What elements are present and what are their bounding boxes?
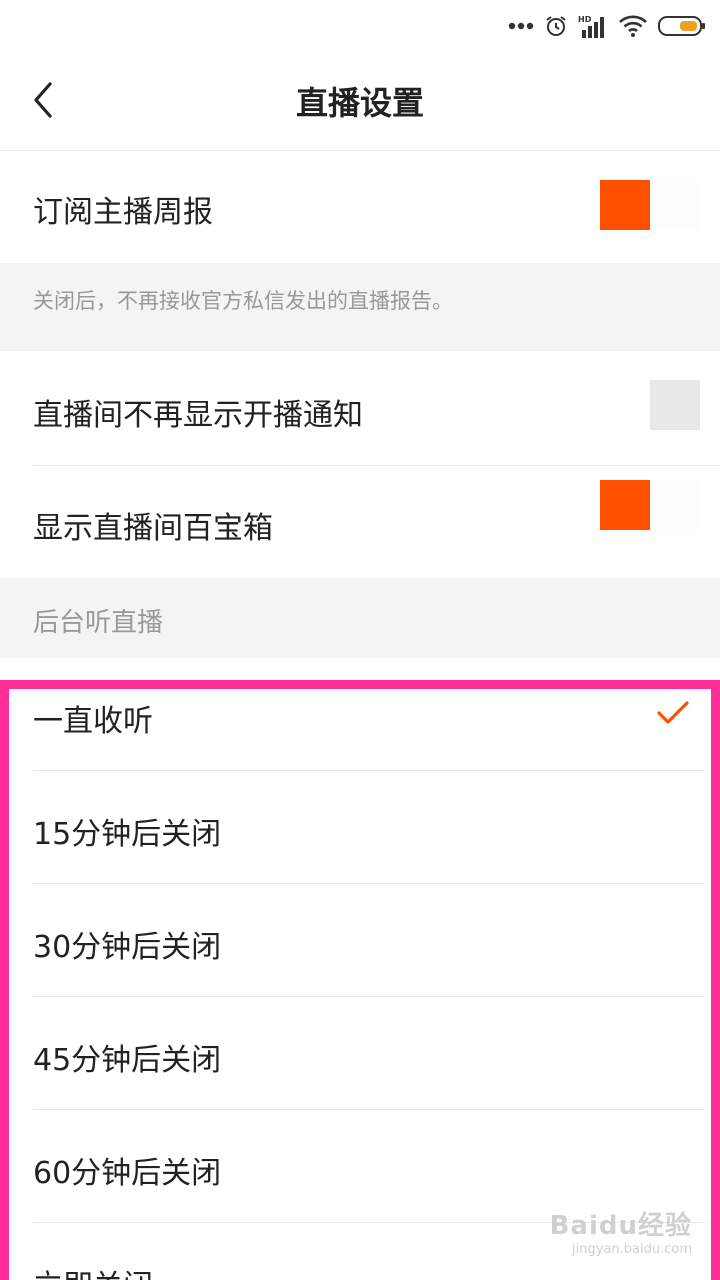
show-treasure-box-toggle[interactable] [600, 480, 700, 530]
more-dots-icon [508, 22, 534, 30]
option-label: 15分钟后关闭 [33, 817, 222, 852]
app-header: 直播设置 [0, 52, 720, 151]
page-title: 直播设置 [295, 84, 424, 122]
battery-icon [658, 14, 706, 38]
show-treasure-box-row[interactable]: 显示直播间百宝箱 [0, 466, 720, 578]
toggle-track [650, 480, 700, 530]
svg-text:HD: HD [578, 15, 592, 24]
option-label: 立即关闭 [33, 1261, 153, 1280]
subscribe-weekly-toggle[interactable] [600, 180, 700, 230]
listen-option-30min[interactable]: 30分钟后关闭 [0, 884, 706, 996]
status-icons: HD [508, 12, 706, 40]
subscribe-weekly-row[interactable]: 订阅主播周报 [0, 151, 720, 263]
watermark-main: Baidu经验 [549, 1211, 692, 1241]
option-label: 60分钟后关闭 [33, 1156, 222, 1191]
alarm-icon [544, 14, 568, 38]
hide-live-notice-row[interactable]: 直播间不再显示开播通知 [0, 352, 720, 465]
option-label: 45分钟后关闭 [33, 1043, 222, 1078]
toggle-track [650, 180, 700, 230]
wifi-icon [618, 14, 648, 38]
option-label: 一直收听 [33, 704, 153, 739]
toggle-knob [650, 380, 700, 430]
toggle-knob [600, 480, 650, 530]
listen-option-15min[interactable]: 15分钟后关闭 [0, 771, 706, 883]
hide-live-notice-label: 直播间不再显示开播通知 [33, 398, 363, 433]
status-bar: HD [0, 0, 720, 52]
watermark-sub: jingyan.baidu.com [572, 1242, 692, 1257]
background-listen-title: 后台听直播 [33, 608, 164, 638]
subscribe-hint-text: 关闭后，不再接收官方私信发出的直播报告。 [33, 289, 453, 313]
listen-option-always[interactable]: 一直收听 [0, 658, 706, 770]
option-label: 30分钟后关闭 [33, 930, 222, 965]
checkmark-icon [656, 700, 690, 730]
hide-live-notice-toggle[interactable] [600, 380, 700, 430]
background-listen-section: 后台听直播 [0, 578, 720, 658]
subscribe-weekly-label: 订阅主播周报 [33, 195, 213, 230]
subscribe-hint-section: 关闭后，不再接收官方私信发出的直播报告。 [0, 263, 720, 351]
baidu-jingyan-watermark: Baidu经验 jingyan.baidu.com [550, 1205, 692, 1257]
hd-signal-icon: HD [578, 14, 608, 38]
toggle-knob [600, 180, 650, 230]
show-treasure-box-label: 显示直播间百宝箱 [33, 511, 273, 546]
listen-option-45min[interactable]: 45分钟后关闭 [0, 997, 706, 1109]
